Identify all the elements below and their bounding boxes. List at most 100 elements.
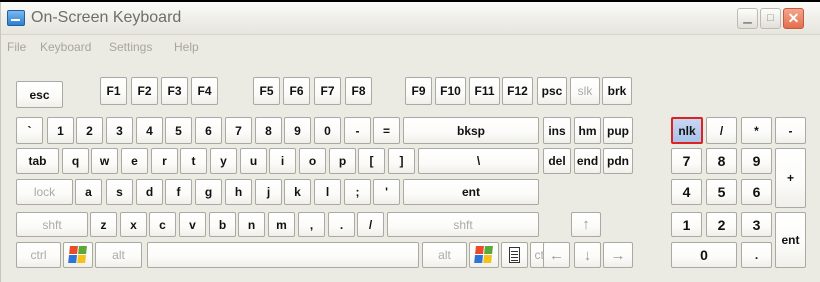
key-d[interactable]: d <box>136 179 163 205</box>
close-button[interactable]: ✕ <box>783 8 804 29</box>
key-f3[interactable]: F3 <box>161 77 188 105</box>
key-end[interactable]: end <box>574 148 601 174</box>
key-win-right[interactable] <box>469 242 499 268</box>
key-quote[interactable]: ' <box>373 179 400 205</box>
key-shft-left[interactable]: shft <box>16 212 88 237</box>
key-num9[interactable]: 9 <box>741 148 772 174</box>
key-period[interactable]: . <box>328 212 355 237</box>
key-f[interactable]: f <box>165 179 192 205</box>
key-f9[interactable]: F9 <box>405 77 432 105</box>
key-m[interactable]: m <box>268 212 295 237</box>
key-a[interactable]: a <box>75 179 102 205</box>
key-lbracket[interactable]: [ <box>358 148 385 174</box>
key-comma[interactable]: , <box>298 212 325 237</box>
key-f6[interactable]: F6 <box>283 77 310 105</box>
key-x[interactable]: x <box>120 212 147 237</box>
key-del[interactable]: del <box>543 148 571 174</box>
minimize-button[interactable]: ▁ <box>737 8 758 29</box>
key-app-menu[interactable] <box>501 242 528 268</box>
menu-help[interactable]: Help <box>174 40 199 54</box>
key-f2[interactable]: F2 <box>131 77 158 105</box>
key-f10[interactable]: F10 <box>435 77 466 105</box>
key-space[interactable] <box>147 242 419 268</box>
key-p[interactable]: p <box>329 148 356 174</box>
key-f7[interactable]: F7 <box>314 77 341 105</box>
key-num-plus[interactable]: + <box>775 148 806 208</box>
key-k[interactable]: k <box>284 179 311 205</box>
key-f11[interactable]: F11 <box>469 77 500 105</box>
menu-keyboard[interactable]: Keyboard <box>40 40 91 54</box>
key-semicolon[interactable]: ; <box>344 179 371 205</box>
key-b[interactable]: b <box>209 212 236 237</box>
key-nlk[interactable]: nlk <box>671 117 703 144</box>
key-num-dot[interactable]: . <box>741 242 772 268</box>
key-psc[interactable]: psc <box>537 77 567 105</box>
key-minus[interactable]: - <box>344 117 371 144</box>
key-num0[interactable]: 0 <box>671 242 737 268</box>
title-bar[interactable]: On-Screen Keyboard ▁ □ ✕ <box>1 2 820 35</box>
key-w[interactable]: w <box>91 148 118 174</box>
key-num5[interactable]: 5 <box>706 179 737 205</box>
key-arrow-down[interactable]: ↓ <box>574 242 601 268</box>
key-shft-right[interactable]: shft <box>387 212 539 237</box>
key-win-left[interactable] <box>63 242 93 268</box>
key-u[interactable]: u <box>240 148 267 174</box>
key-num-ent[interactable]: ent <box>775 212 806 268</box>
key-f5[interactable]: F5 <box>253 77 280 105</box>
key-i[interactable]: i <box>269 148 296 174</box>
key-hm[interactable]: hm <box>574 117 601 144</box>
key-s[interactable]: s <box>106 179 133 205</box>
key-f4[interactable]: F4 <box>191 77 218 105</box>
key-f8[interactable]: F8 <box>345 77 372 105</box>
key-bksp[interactable]: bksp <box>403 117 539 144</box>
key-alt-left[interactable]: alt <box>95 242 142 268</box>
key-arrow-up[interactable]: ↑ <box>571 212 601 237</box>
menu-settings[interactable]: Settings <box>109 40 152 54</box>
key-num1[interactable]: 1 <box>671 212 702 237</box>
key-slash[interactable]: / <box>357 212 384 237</box>
key-backtick[interactable]: ` <box>16 117 43 144</box>
menu-file[interactable]: File <box>7 40 26 54</box>
key-ent[interactable]: ent <box>403 179 539 205</box>
key-num8[interactable]: 8 <box>706 148 737 174</box>
key-num-star[interactable]: * <box>741 117 772 144</box>
key-f12[interactable]: F12 <box>502 77 533 105</box>
key-q[interactable]: q <box>62 148 89 174</box>
key-2[interactable]: 2 <box>76 117 103 144</box>
key-g[interactable]: g <box>195 179 222 205</box>
key-r[interactable]: r <box>151 148 178 174</box>
key-pdn[interactable]: pdn <box>603 148 633 174</box>
key-brk[interactable]: brk <box>602 77 632 105</box>
key-1[interactable]: 1 <box>47 117 74 144</box>
key-4[interactable]: 4 <box>136 117 163 144</box>
key-8[interactable]: 8 <box>255 117 282 144</box>
key-v[interactable]: v <box>179 212 206 237</box>
key-tab[interactable]: tab <box>16 148 59 174</box>
key-t[interactable]: t <box>180 148 207 174</box>
key-y[interactable]: y <box>210 148 237 174</box>
key-num-slash[interactable]: / <box>706 117 737 144</box>
key-7[interactable]: 7 <box>225 117 252 144</box>
key-num7[interactable]: 7 <box>671 148 702 174</box>
key-num4[interactable]: 4 <box>671 179 702 205</box>
key-esc[interactable]: esc <box>16 81 63 108</box>
key-e[interactable]: e <box>121 148 148 174</box>
key-equals[interactable]: = <box>373 117 400 144</box>
key-n[interactable]: n <box>238 212 265 237</box>
key-arrow-right[interactable]: → <box>603 242 633 268</box>
key-o[interactable]: o <box>299 148 326 174</box>
key-9[interactable]: 9 <box>284 117 311 144</box>
key-lock[interactable]: lock <box>16 179 73 205</box>
key-num-minus[interactable]: - <box>775 117 806 144</box>
key-3[interactable]: 3 <box>106 117 133 144</box>
key-f1[interactable]: F1 <box>100 77 127 105</box>
key-pup[interactable]: pup <box>603 117 633 144</box>
key-num2[interactable]: 2 <box>706 212 737 237</box>
key-num3[interactable]: 3 <box>741 212 772 237</box>
maximize-button[interactable]: □ <box>760 8 781 29</box>
key-5[interactable]: 5 <box>165 117 192 144</box>
key-slk[interactable]: slk <box>570 77 600 105</box>
key-0[interactable]: 0 <box>314 117 341 144</box>
key-h[interactable]: h <box>225 179 252 205</box>
key-6[interactable]: 6 <box>195 117 222 144</box>
